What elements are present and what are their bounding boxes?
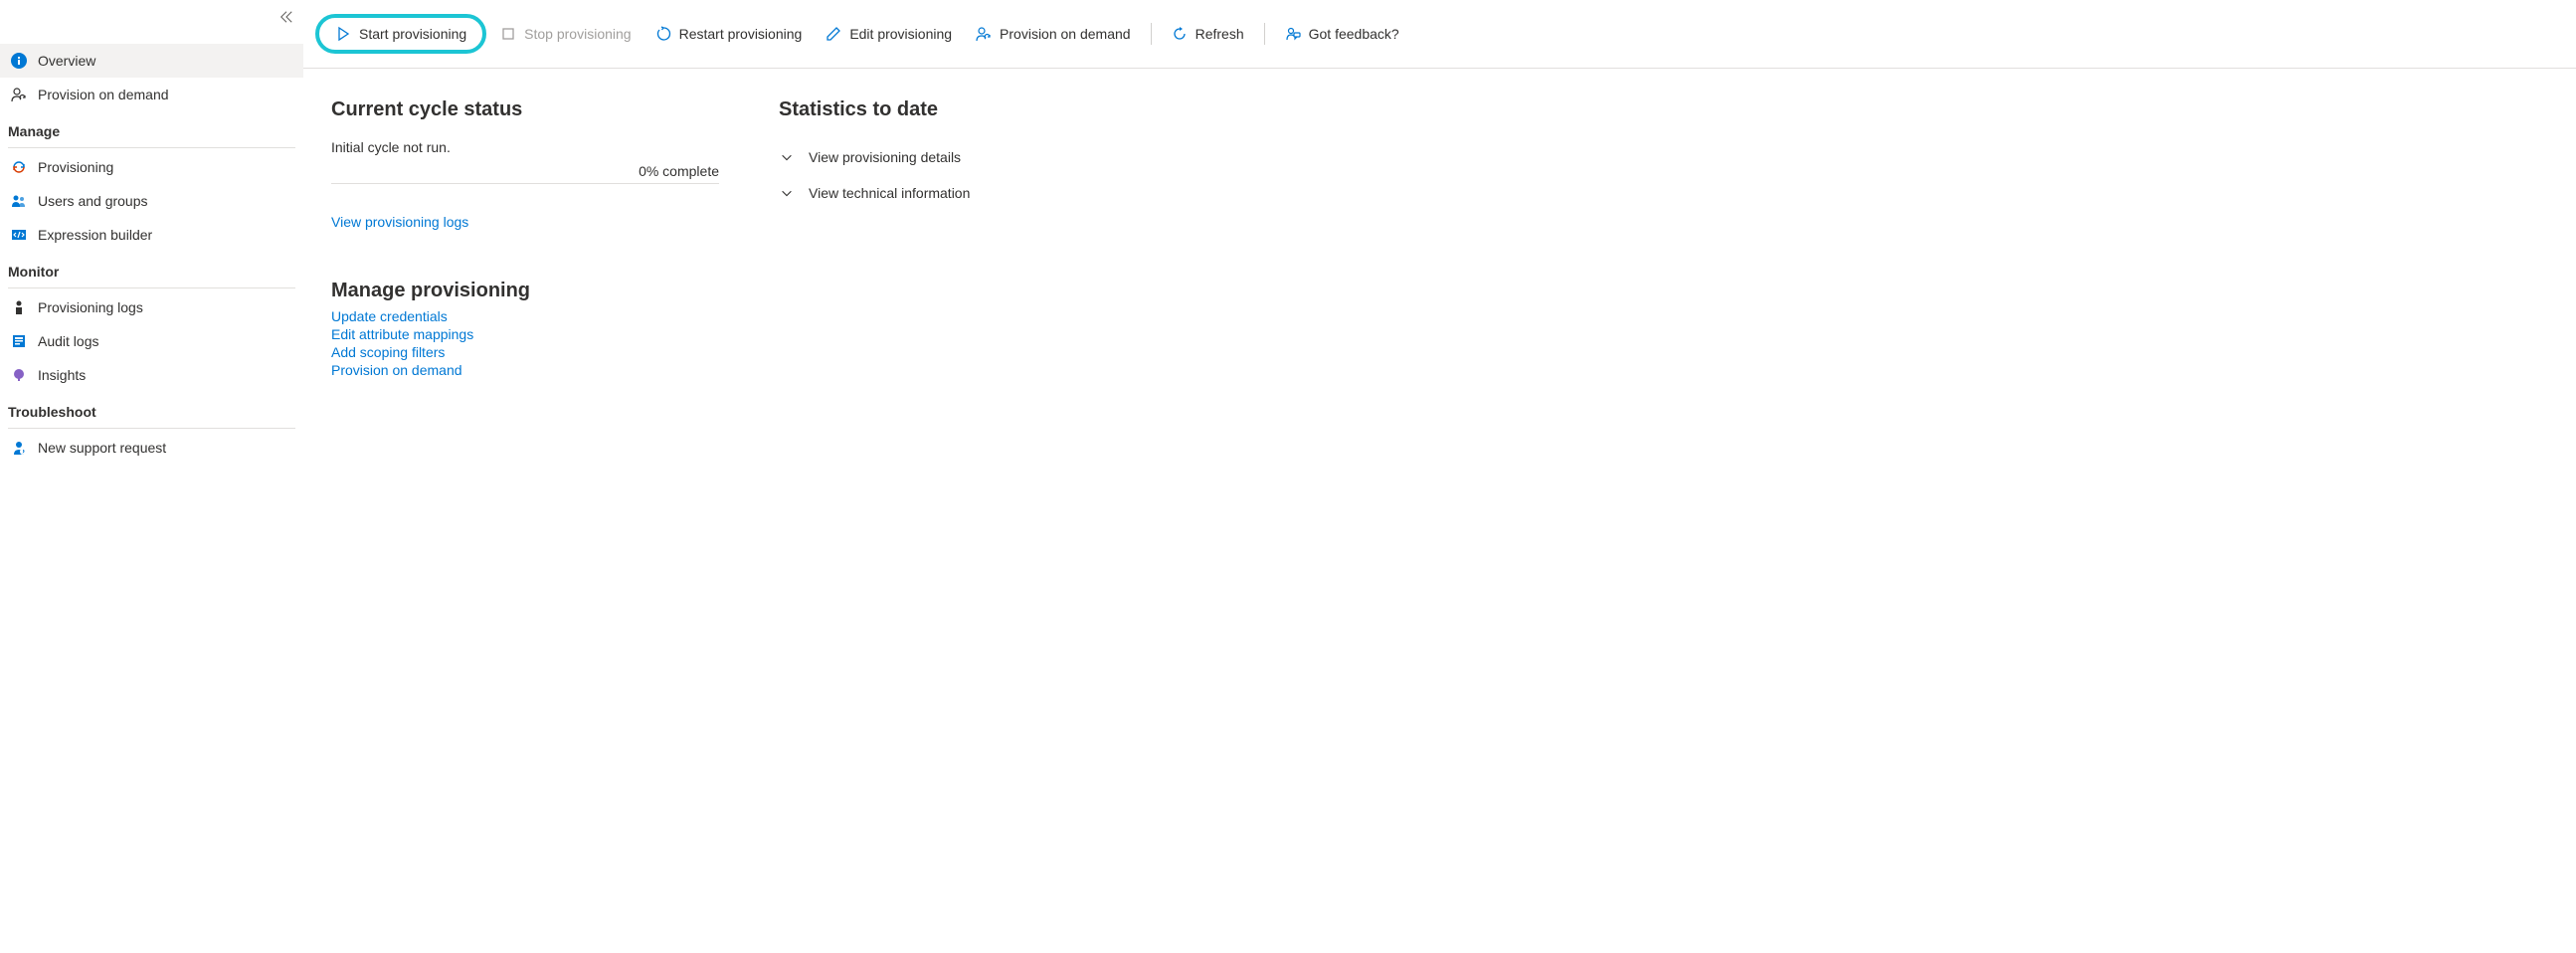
restart-provisioning-button[interactable]: Restart provisioning: [645, 20, 813, 48]
expand-row-label: View provisioning details: [809, 149, 961, 165]
update-credentials-link[interactable]: Update credentials: [331, 308, 719, 324]
view-provisioning-logs-link[interactable]: View provisioning logs: [331, 214, 719, 230]
cycle-progress-value: 0% complete: [639, 163, 719, 179]
sidebar-section-monitor: Monitor: [0, 252, 303, 286]
edit-icon: [826, 26, 841, 42]
statistics-heading: Statistics to date: [779, 98, 2548, 121]
sidebar-section-troubleshoot: Troubleshoot: [0, 392, 303, 426]
expand-row-label: View technical information: [809, 185, 970, 201]
start-provisioning-button[interactable]: Start provisioning: [325, 20, 476, 48]
highlight-start-provisioning: Start provisioning: [315, 14, 486, 54]
stop-icon: [500, 26, 516, 42]
provision-on-demand-link[interactable]: Provision on demand: [331, 362, 719, 378]
sidebar-item-label: Provision on demand: [38, 87, 169, 102]
toolbar-separator: [1151, 23, 1152, 45]
edit-attribute-mappings-link[interactable]: Edit attribute mappings: [331, 326, 719, 342]
toolbar-label: Edit provisioning: [849, 26, 952, 42]
divider: [8, 287, 295, 288]
content-body: Current cycle status Initial cycle not r…: [303, 69, 2576, 410]
sidebar-item-label: Audit logs: [38, 333, 98, 349]
provision-on-demand-button[interactable]: Provision on demand: [966, 20, 1141, 48]
sync-icon: [10, 158, 28, 176]
refresh-button[interactable]: Refresh: [1162, 20, 1254, 48]
users-icon: [10, 192, 28, 210]
sidebar-item-label: Expression builder: [38, 227, 152, 243]
stop-provisioning-button: Stop provisioning: [490, 20, 641, 48]
view-provisioning-details-row[interactable]: View provisioning details: [779, 139, 2548, 175]
sidebar-item-label: Provisioning: [38, 159, 113, 175]
toolbar-label: Refresh: [1196, 26, 1244, 42]
cycle-status-heading: Current cycle status: [331, 98, 719, 121]
chevron-down-icon: [779, 149, 795, 165]
add-scoping-filters-link[interactable]: Add scoping filters: [331, 344, 719, 360]
view-technical-information-row[interactable]: View technical information: [779, 175, 2548, 211]
feedback-icon: [1285, 26, 1301, 42]
divider: [8, 147, 295, 148]
sidebar-item-provision-on-demand[interactable]: Provision on demand: [0, 78, 303, 111]
toolbar: Start provisioning Stop provisioning Res…: [303, 0, 2576, 69]
manage-provisioning-heading: Manage provisioning: [331, 280, 719, 302]
cycle-progress: 0% complete: [331, 163, 719, 184]
sidebar-item-label: Insights: [38, 367, 86, 383]
feedback-button[interactable]: Got feedback?: [1275, 20, 1409, 48]
sidebar-item-users-groups[interactable]: Users and groups: [0, 184, 303, 218]
insights-icon: [10, 366, 28, 384]
divider: [8, 428, 295, 429]
code-icon: [10, 226, 28, 244]
sidebar: Overview Provision on demand Manage Prov…: [0, 0, 303, 953]
support-icon: [10, 439, 28, 457]
sidebar-item-overview[interactable]: Overview: [0, 44, 303, 78]
audit-icon: [10, 332, 28, 350]
toolbar-label: Restart provisioning: [679, 26, 803, 42]
sidebar-item-insights[interactable]: Insights: [0, 358, 303, 392]
sidebar-item-label: Overview: [38, 53, 95, 69]
play-icon: [335, 26, 351, 42]
chevron-double-left-icon: [279, 10, 293, 24]
main-content: Start provisioning Stop provisioning Res…: [303, 0, 2576, 953]
toolbar-label: Stop provisioning: [524, 26, 631, 42]
sidebar-section-manage: Manage: [0, 111, 303, 145]
edit-provisioning-button[interactable]: Edit provisioning: [816, 20, 962, 48]
info-icon: [10, 52, 28, 70]
sidebar-item-label: Provisioning logs: [38, 299, 143, 315]
chevron-down-icon: [779, 185, 795, 201]
user-sync-icon: [10, 86, 28, 103]
toolbar-label: Got feedback?: [1309, 26, 1399, 42]
sidebar-item-new-support-request[interactable]: New support request: [0, 431, 303, 465]
sidebar-item-provisioning[interactable]: Provisioning: [0, 150, 303, 184]
user-sync-icon: [976, 26, 992, 42]
toolbar-separator: [1264, 23, 1265, 45]
sidebar-item-label: Users and groups: [38, 193, 148, 209]
refresh-icon: [1172, 26, 1188, 42]
sidebar-item-provisioning-logs[interactable]: Provisioning logs: [0, 290, 303, 324]
sidebar-item-label: New support request: [38, 440, 166, 456]
cycle-status-text: Initial cycle not run.: [331, 139, 719, 155]
sidebar-item-audit-logs[interactable]: Audit logs: [0, 324, 303, 358]
person-log-icon: [10, 298, 28, 316]
restart-icon: [655, 26, 671, 42]
toolbar-label: Provision on demand: [1000, 26, 1131, 42]
toolbar-label: Start provisioning: [359, 26, 466, 42]
collapse-sidebar-button[interactable]: [279, 10, 293, 24]
sidebar-item-expression-builder[interactable]: Expression builder: [0, 218, 303, 252]
